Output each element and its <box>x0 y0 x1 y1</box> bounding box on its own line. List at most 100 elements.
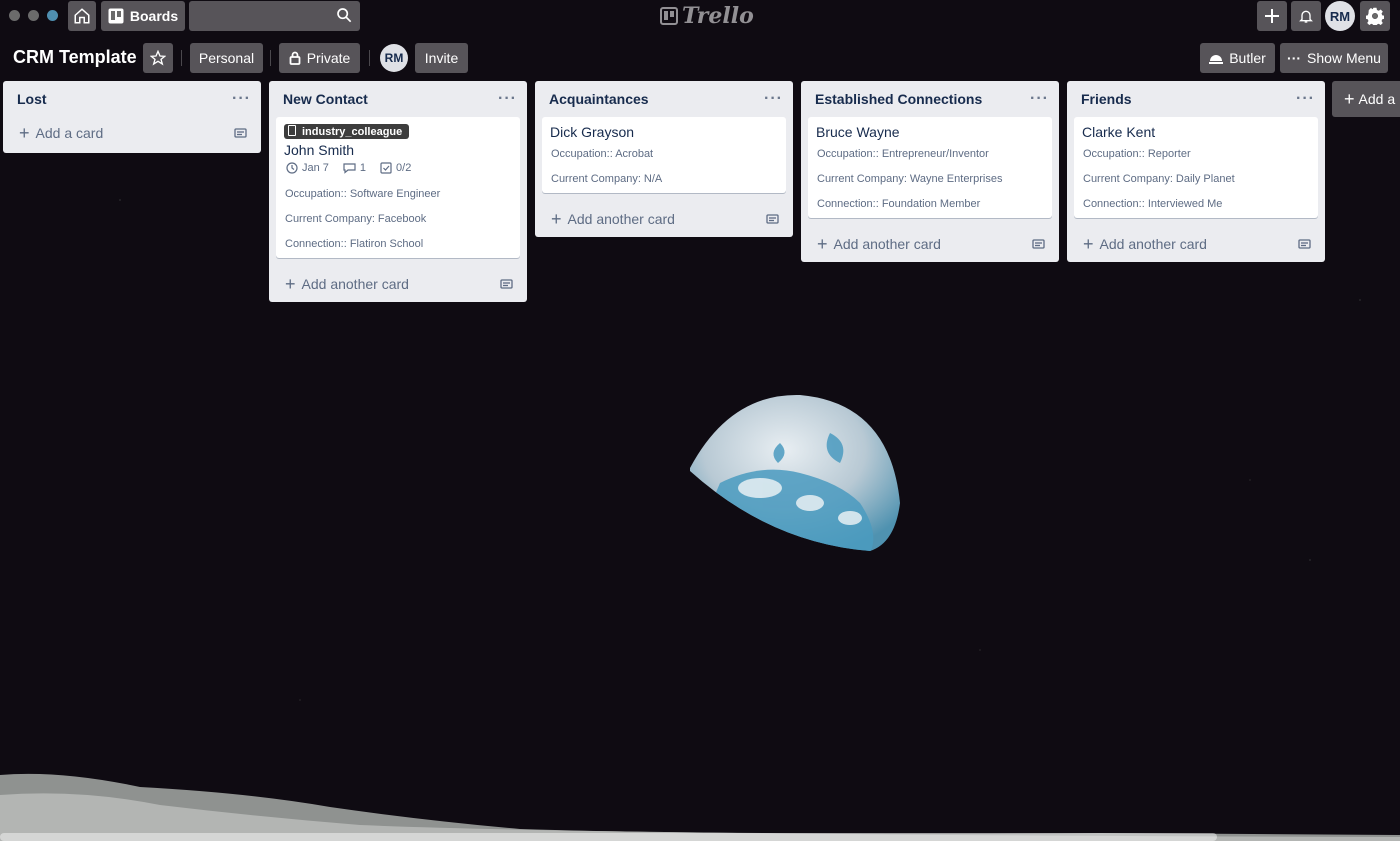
card-clarke-kent[interactable]: Clarke Kent Occupation:: Reporter Curren… <box>1074 117 1318 218</box>
gear-icon <box>1366 7 1384 25</box>
checklist-badge: 0/2 <box>380 162 411 174</box>
comments-count: 1 <box>359 162 367 174</box>
list-menu-icon[interactable]: ··· <box>1030 90 1049 108</box>
board-title[interactable]: CRM Template <box>13 47 137 68</box>
card-bruce-wayne[interactable]: Bruce Wayne Occupation:: Entrepreneur/In… <box>808 117 1052 218</box>
add-card-button[interactable]: + Add a card <box>3 115 261 151</box>
card-field-occupation: Occupation:: Acrobat <box>551 148 654 160</box>
private-label: Private <box>306 50 351 66</box>
card-template-icon[interactable] <box>500 278 513 290</box>
card-title: John Smith <box>284 142 355 158</box>
board-member-avatar[interactable]: RM <box>380 44 408 72</box>
checklist-icon <box>380 162 392 174</box>
show-menu-button[interactable]: ··· Show Menu <box>1280 43 1388 73</box>
list-title[interactable]: New Contact <box>283 91 368 107</box>
list-title[interactable]: Acquaintances <box>549 91 649 107</box>
card-template-icon[interactable] <box>1298 238 1311 250</box>
add-card-label: Add another card <box>301 276 409 292</box>
list-title[interactable]: Established Connections <box>815 91 982 107</box>
list-menu-icon[interactable]: ··· <box>1296 90 1315 108</box>
card-label[interactable]: industry_colleague <box>284 124 410 139</box>
horizontal-scrollbar[interactable] <box>0 833 1217 841</box>
bell-icon <box>1299 10 1313 23</box>
card-field-occupation: Occupation:: Software Engineer <box>285 188 441 200</box>
add-card-button[interactable]: + Add another card <box>535 201 793 237</box>
card-field-company: Current Company: N/A <box>551 173 663 185</box>
card-template-icon[interactable] <box>234 127 247 139</box>
header-divider <box>181 50 182 66</box>
trello-logo[interactable]: Trello <box>660 3 754 29</box>
list-menu-icon[interactable]: ··· <box>764 90 783 108</box>
label-indicator-icon <box>288 125 296 136</box>
list-new-contact: New Contact ··· industry_colleague John … <box>269 81 527 302</box>
list-menu-icon[interactable]: ··· <box>498 90 517 108</box>
butler-bell-icon <box>1209 55 1224 64</box>
add-card-label: Add another card <box>833 236 941 252</box>
card-john-smith[interactable]: industry_colleague John Smith Jan 7 1 0/… <box>276 117 520 258</box>
add-card-button[interactable]: + Add another card <box>1067 226 1325 262</box>
more-icon: ··· <box>1287 50 1302 66</box>
add-card-label: Add a card <box>35 125 104 141</box>
plus-icon: + <box>817 233 828 254</box>
settings-button[interactable] <box>1360 1 1390 31</box>
lock-icon <box>289 51 301 65</box>
list-established-connections: Established Connections ··· Bruce Wayne … <box>801 81 1059 262</box>
card-field-occupation: Occupation:: Reporter <box>1083 148 1191 160</box>
star-board-button[interactable] <box>143 43 173 73</box>
trello-logo-icon <box>660 7 678 25</box>
window-zoom-dot[interactable] <box>47 10 58 21</box>
search-box[interactable] <box>189 1 360 31</box>
card-title: Bruce Wayne <box>816 124 900 140</box>
list-title[interactable]: Lost <box>17 91 47 107</box>
card-title: Dick Grayson <box>550 124 635 140</box>
window-close-dot[interactable] <box>9 10 20 21</box>
search-input[interactable] <box>189 1 329 31</box>
comments-badge: 1 <box>343 162 366 174</box>
plus-icon: + <box>1344 88 1355 109</box>
butler-button[interactable]: Butler <box>1200 43 1275 73</box>
comment-icon <box>343 163 356 174</box>
card-dick-grayson[interactable]: Dick Grayson Occupation:: Acrobat Curren… <box>542 117 786 193</box>
plus-icon: + <box>551 208 562 229</box>
plus-icon: + <box>1083 233 1094 254</box>
card-template-icon[interactable] <box>1032 238 1045 250</box>
add-card-button[interactable]: + Add another card <box>269 266 527 302</box>
butler-label: Butler <box>1229 50 1266 66</box>
add-card-label: Add another card <box>567 211 675 227</box>
star-icon <box>150 50 166 66</box>
add-list-button[interactable]: + Add a <box>1332 81 1400 117</box>
plus-icon <box>1265 9 1279 23</box>
header-divider <box>270 50 271 66</box>
card-field-connection: Connection:: Foundation Member <box>817 198 981 210</box>
invite-label: Invite <box>424 50 459 66</box>
card-field-company: Current Company: Wayne Enterprises <box>817 173 1003 185</box>
team-visibility-button[interactable]: Personal <box>190 43 263 73</box>
list-title[interactable]: Friends <box>1081 91 1132 107</box>
personal-label: Personal <box>198 50 255 66</box>
earth-background-image <box>690 394 900 551</box>
home-button[interactable] <box>68 1 96 31</box>
due-date-badge[interactable]: Jan 7 <box>286 162 329 174</box>
list-menu-icon[interactable]: ··· <box>232 90 251 108</box>
invite-button[interactable]: Invite <box>415 43 468 73</box>
add-card-label: Add another card <box>1099 236 1207 252</box>
home-icon <box>74 8 90 24</box>
create-button[interactable] <box>1257 1 1287 31</box>
top-navigation-bar: Boards Trello RM <box>0 0 1400 32</box>
card-label-text: industry_colleague <box>302 126 403 138</box>
list-lost: Lost ··· + Add a card <box>3 81 261 153</box>
checklist-count: 0/2 <box>396 162 412 174</box>
window-minimize-dot[interactable] <box>28 10 39 21</box>
notifications-button[interactable] <box>1291 1 1321 31</box>
privacy-button[interactable]: Private <box>279 43 360 73</box>
card-template-icon[interactable] <box>766 213 779 225</box>
add-card-button[interactable]: + Add another card <box>801 226 1059 262</box>
boards-label: Boards <box>129 8 179 24</box>
card-field-company: Current Company: Daily Planet <box>1083 173 1235 185</box>
user-avatar-initials: RM <box>1329 8 1351 24</box>
user-avatar[interactable]: RM <box>1325 1 1355 31</box>
due-date-text: Jan 7 <box>302 162 329 174</box>
boards-button[interactable]: Boards <box>101 1 185 31</box>
card-field-connection: Connection:: Interviewed Me <box>1083 198 1223 210</box>
card-field-occupation: Occupation:: Entrepreneur/Inventor <box>817 148 989 160</box>
